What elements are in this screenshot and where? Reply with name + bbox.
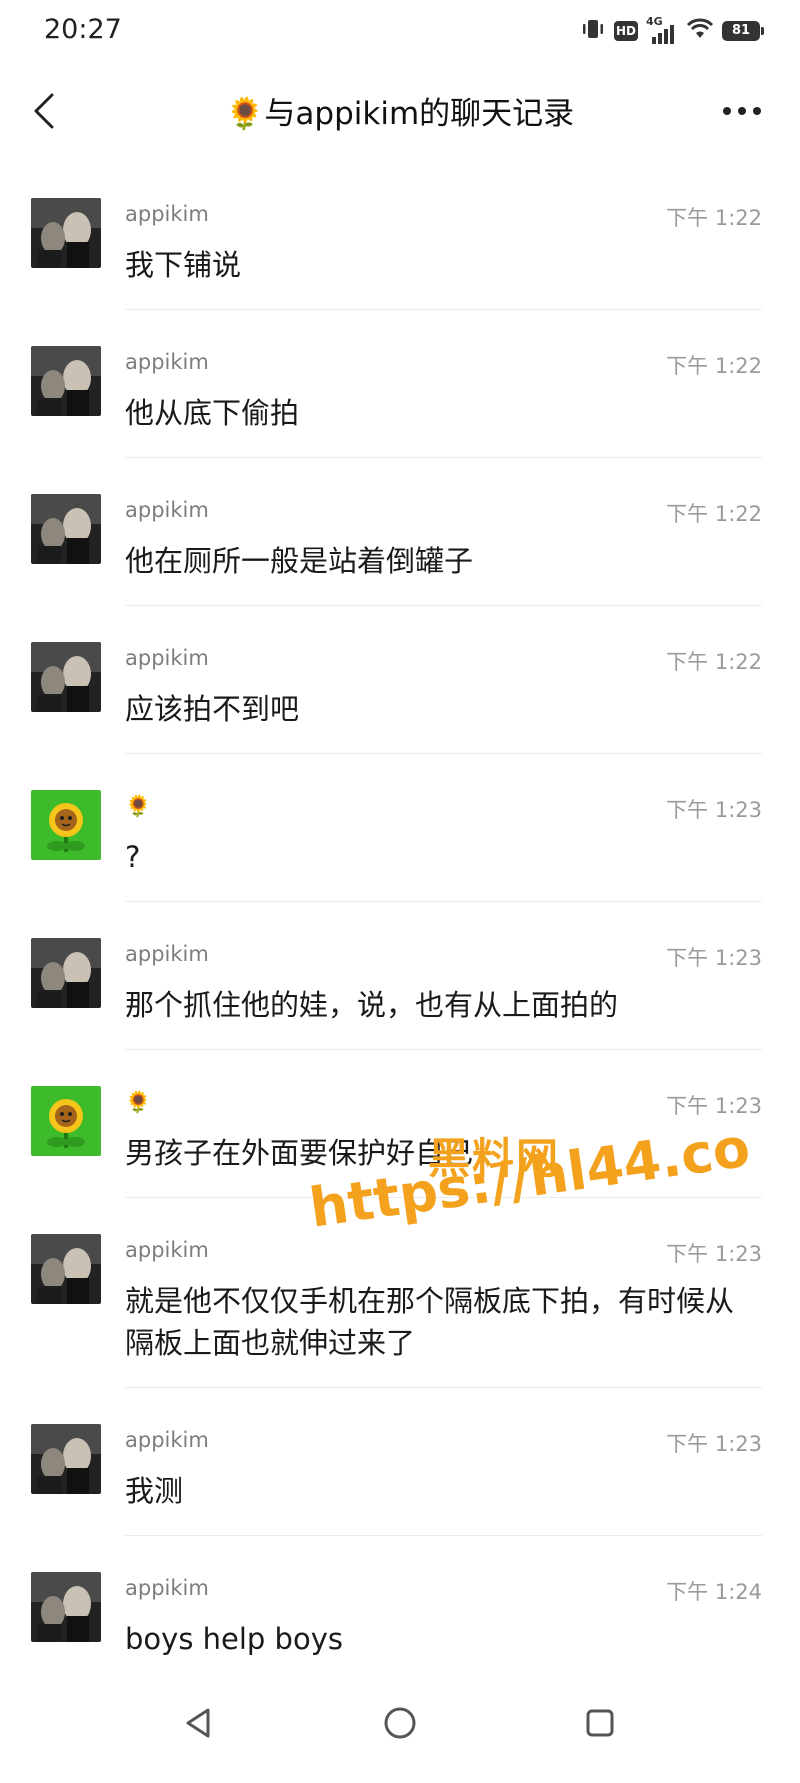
wifi-icon xyxy=(686,18,714,44)
message-time: 下午 1:22 xyxy=(666,354,762,378)
avatar-appikim[interactable] xyxy=(31,1572,101,1642)
back-button[interactable] xyxy=(22,84,66,138)
message-time: 下午 1:23 xyxy=(666,798,762,822)
user-photo-icon xyxy=(31,1424,101,1494)
chat-message[interactable]: appikim 下午 1:22 我下铺说 xyxy=(0,162,800,310)
chat-message[interactable]: appikim 下午 1:23 我测 xyxy=(0,1388,800,1536)
message-sender: appikim xyxy=(125,942,209,966)
square-recents-icon xyxy=(586,1709,614,1737)
more-options-button[interactable] xyxy=(714,86,770,136)
page-title: 🌻与appikim的聊天记录 xyxy=(225,96,575,132)
message-sender: 🌻 xyxy=(125,794,152,818)
system-back-button[interactable] xyxy=(174,1698,224,1748)
message-text: 就是他不仅仅手机在那个隔板底下拍，有时候从隔板上面也就伸过来了 xyxy=(125,1284,735,1360)
back-arrow-icon xyxy=(34,93,54,129)
chat-message[interactable]: appikim 下午 1:23 就是他不仅仅手机在那个隔板底下拍，有时候从隔板上… xyxy=(0,1198,800,1388)
status-icons: HD 4G 81 xyxy=(580,15,764,45)
message-text: 他从底下偷拍 xyxy=(125,396,300,430)
message-text: 那个抓住他的娃，说，也有从上面拍的 xyxy=(125,988,619,1022)
sunflower-avatar-icon xyxy=(31,1086,101,1156)
user-photo-icon xyxy=(31,346,101,416)
message-sender: appikim xyxy=(125,1428,209,1452)
message-sender: appikim xyxy=(125,1576,209,1600)
chat-message[interactable]: 🌻 下午 1:23 男孩子在外面要保护好自己 xyxy=(0,1050,800,1198)
avatar-appikim[interactable] xyxy=(31,938,101,1008)
user-photo-icon xyxy=(31,494,101,564)
signal-4g-icon: 4G xyxy=(646,15,678,44)
avatar-appikim[interactable] xyxy=(31,1424,101,1494)
message-sender: appikim xyxy=(125,350,209,374)
avatar-appikim[interactable] xyxy=(31,494,101,564)
avatar-appikim[interactable] xyxy=(31,198,101,268)
message-text: 我下铺说 xyxy=(125,248,242,282)
message-time: 下午 1:23 xyxy=(666,1242,762,1266)
message-text: 应该拍不到吧 xyxy=(125,692,300,726)
user-photo-icon xyxy=(31,938,101,1008)
message-sender: appikim xyxy=(125,498,209,522)
nav-bar: 🌻与appikim的聊天记录 xyxy=(0,62,800,162)
message-text: 他在厕所一般是站着倒罐子 xyxy=(125,544,474,578)
message-time: 下午 1:23 xyxy=(666,946,762,970)
message-text: 我测 xyxy=(125,1474,184,1508)
message-text: boys help boys xyxy=(125,1622,343,1656)
chat-message[interactable]: appikim 下午 1:22 他在厕所一般是站着倒罐子 xyxy=(0,458,800,606)
message-sender: appikim xyxy=(125,202,209,226)
message-sender: 🌻 xyxy=(125,1090,152,1114)
system-nav-bar xyxy=(0,1660,800,1783)
message-time: 下午 1:22 xyxy=(666,650,762,674)
avatar-appikim[interactable] xyxy=(31,346,101,416)
system-home-button[interactable] xyxy=(375,1698,425,1748)
user-photo-icon xyxy=(31,1572,101,1642)
avatar-sunflower[interactable] xyxy=(31,1086,101,1156)
avatar-sunflower[interactable] xyxy=(31,790,101,860)
avatar-appikim[interactable] xyxy=(31,1234,101,1304)
user-photo-icon xyxy=(31,198,101,268)
chat-history-list[interactable]: appikim 下午 1:22 我下铺说 appikim 下午 1:22 他从底… xyxy=(0,162,800,1684)
hd-icon: HD xyxy=(614,21,638,41)
status-bar: 20:27 HD 4G 81 xyxy=(0,0,800,62)
triangle-back-icon xyxy=(186,1708,210,1738)
circle-home-icon xyxy=(384,1707,416,1739)
chat-message[interactable]: 🌻 下午 1:23 ? xyxy=(0,754,800,902)
sunflower-avatar-icon xyxy=(31,790,101,860)
chat-message[interactable]: appikim 下午 1:22 他从底下偷拍 xyxy=(0,310,800,458)
vibrate-icon xyxy=(580,17,606,45)
more-dots-icon xyxy=(723,107,761,115)
status-time: 20:27 xyxy=(44,14,122,45)
user-photo-icon xyxy=(31,1234,101,1304)
message-sender: appikim xyxy=(125,1238,209,1262)
message-text: 男孩子在外面要保护好自己 xyxy=(125,1136,474,1170)
user-photo-icon xyxy=(31,642,101,712)
system-recents-button[interactable] xyxy=(575,1698,625,1748)
message-text: ? xyxy=(125,840,141,874)
message-time: 下午 1:22 xyxy=(666,502,762,526)
message-sender: appikim xyxy=(125,646,209,670)
avatar-appikim[interactable] xyxy=(31,642,101,712)
message-time: 下午 1:23 xyxy=(666,1094,762,1118)
chat-message[interactable]: appikim 下午 1:22 应该拍不到吧 xyxy=(0,606,800,754)
message-time: 下午 1:24 xyxy=(666,1580,762,1604)
chat-message[interactable]: appikim 下午 1:23 那个抓住他的娃，说，也有从上面拍的 xyxy=(0,902,800,1050)
message-time: 下午 1:22 xyxy=(666,206,762,230)
message-time: 下午 1:23 xyxy=(666,1432,762,1456)
battery-icon: 81 xyxy=(722,21,764,41)
